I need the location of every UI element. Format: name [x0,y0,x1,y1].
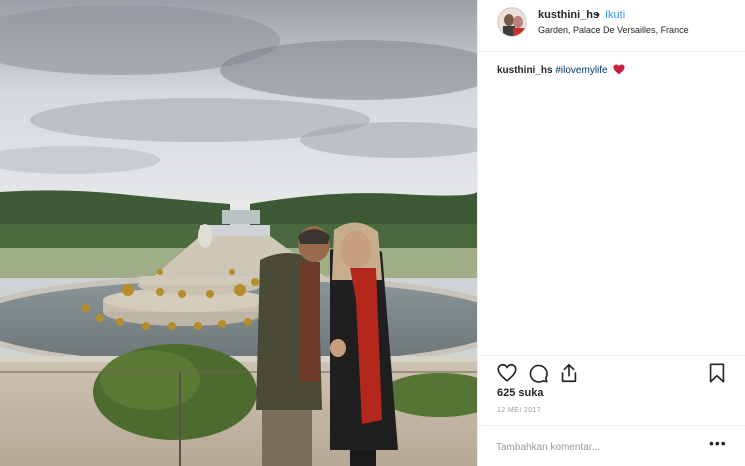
more-options-icon[interactable]: ••• [709,436,729,454]
post-photo[interactable] [0,0,477,466]
heart-emoji-icon [613,64,625,78]
post-author-username[interactable]: kusthini_hs [538,9,599,21]
post-image [0,0,477,466]
share-icon[interactable] [558,362,580,384]
follow-button[interactable]: Ikuti [605,9,625,21]
comment-icon[interactable] [527,362,549,384]
post-header: kusthini_hs • Ikuti Garden, Palace De Ve… [478,0,745,52]
post-sidebar: kusthini_hs • Ikuti Garden, Palace De Ve… [477,0,745,466]
caption-hashtag[interactable]: #ilovemylife [555,65,607,76]
comment-input[interactable] [496,438,696,456]
avatar[interactable] [497,7,527,37]
caption-username[interactable]: kusthini_hs [497,65,553,76]
post-caption: kusthini_hs #ilovemylife [497,64,625,78]
post-date: 12 MEI 2017 [497,407,542,414]
likes-count[interactable]: 625 suka [497,387,543,399]
header-separator: • [596,9,600,21]
post-location[interactable]: Garden, Palace De Versailles, France [538,25,689,35]
comment-bar: ••• [478,425,745,466]
bookmark-icon[interactable] [706,362,728,384]
like-heart-icon[interactable] [496,362,518,384]
post-actions [478,355,745,385]
